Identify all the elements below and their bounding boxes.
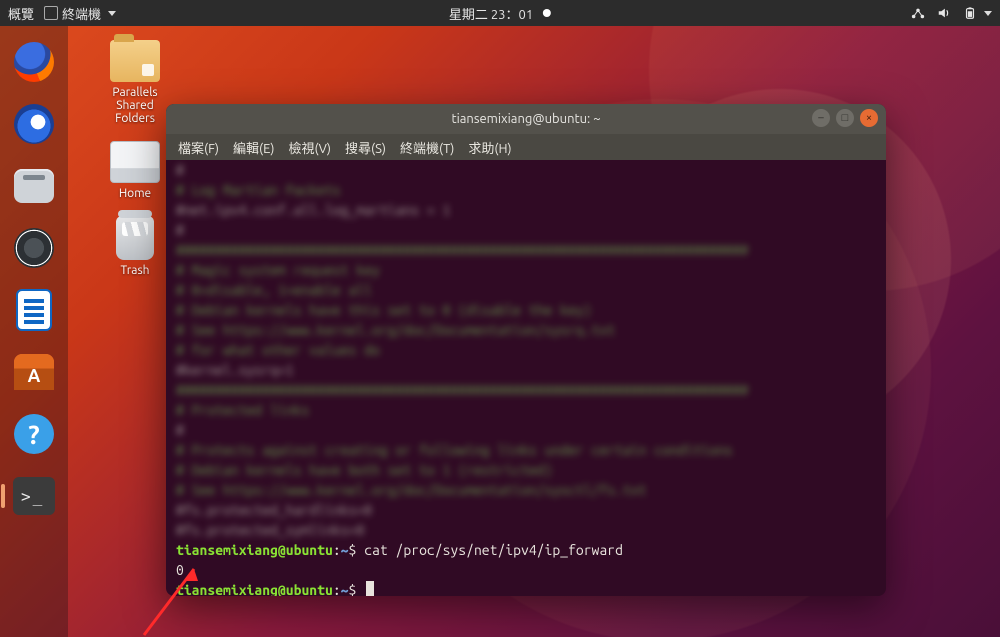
terminal-body[interactable]: # # Log Martian Packets #net.ipv4.conf.a… <box>166 160 886 596</box>
window-minimize-button[interactable]: – <box>812 109 830 127</box>
desktop-icon-home[interactable]: Home <box>95 141 175 200</box>
menu-search[interactable]: 搜尋(S) <box>345 138 386 157</box>
firefox-icon <box>14 42 54 82</box>
lock-icon <box>142 64 154 76</box>
folder-icon <box>110 40 160 82</box>
terminal-scrollback-blurred: # # Log Martian Packets #net.ipv4.conf.a… <box>176 160 876 540</box>
gnome-top-bar: 概覽 終端機 星期二 23：01 <box>0 0 1000 26</box>
terminal-line-prompt: tiansemixiang@ubuntu:~$ <box>176 580 876 596</box>
chevron-down-icon <box>108 11 116 16</box>
dock-app-files[interactable] <box>10 162 58 210</box>
desktop-icon-parallels[interactable]: Parallels Shared Folders <box>95 40 175 125</box>
window-title: tiansemixiang@ubuntu: ~ <box>451 112 600 126</box>
menu-help[interactable]: 求助(H) <box>468 138 511 157</box>
drive-icon <box>110 141 160 183</box>
volume-icon <box>937 6 951 20</box>
terminal-window: tiansemixiang@ubuntu: ~ – □ × 檔案(F) 編輯(E… <box>166 104 886 596</box>
trash-icon <box>116 216 154 260</box>
files-icon <box>14 169 54 203</box>
dock-app-writer[interactable] <box>10 286 58 334</box>
terminal-icon <box>13 477 55 515</box>
terminal-menubar: 檔案(F) 編輯(E) 檢視(V) 搜尋(S) 終端機(T) 求助(H) <box>166 134 886 160</box>
desktop: Parallels Shared Folders Home Trash <box>95 40 175 293</box>
dock-app-terminal[interactable] <box>10 472 58 520</box>
activities-button[interactable]: 概覽 <box>8 4 34 23</box>
prompt-sep: : <box>333 542 341 558</box>
volume-status[interactable] <box>937 6 951 20</box>
dock-app-firefox[interactable] <box>10 38 58 86</box>
battery-status[interactable] <box>963 6 992 20</box>
menu-view[interactable]: 檢視(V) <box>289 138 331 157</box>
dock-app-help[interactable] <box>10 410 58 458</box>
network-icon <box>911 6 925 20</box>
prompt-user: tiansemixiang@ubuntu <box>176 582 333 596</box>
prompt-dollar: $ <box>349 542 357 558</box>
menu-file[interactable]: 檔案(F) <box>178 138 219 157</box>
prompt-path: ~ <box>341 542 349 558</box>
dock-app-thunderbird[interactable] <box>10 100 58 148</box>
app-menu[interactable]: 終端機 <box>44 4 116 23</box>
music-icon <box>14 228 54 268</box>
window-buttons: – □ × <box>812 109 878 127</box>
window-titlebar[interactable]: tiansemixiang@ubuntu: ~ – □ × <box>166 104 886 134</box>
terminal-command: cat /proc/sys/net/ipv4/ip_forward <box>364 542 623 558</box>
writer-icon <box>16 289 52 331</box>
dock-app-rhythmbox[interactable] <box>10 224 58 272</box>
terminal-output: 0 <box>176 560 876 580</box>
window-maximize-button[interactable]: □ <box>836 109 854 127</box>
chevron-down-icon <box>984 11 992 16</box>
prompt-sep: : <box>333 582 341 596</box>
prompt-dollar: $ <box>349 582 357 596</box>
desktop-icon-trash[interactable]: Trash <box>95 216 175 277</box>
app-menu-icon <box>44 6 58 20</box>
desktop-icon-label: Parallels Shared Folders <box>95 86 175 125</box>
menu-edit[interactable]: 編輯(E) <box>233 138 274 157</box>
clock[interactable]: 星期二 23：01 <box>449 4 533 23</box>
battery-icon <box>963 6 977 20</box>
desktop-icon-label: Home <box>95 187 175 200</box>
network-status[interactable] <box>911 6 925 20</box>
terminal-line-command: tiansemixiang@ubuntu:~$ cat /proc/sys/ne… <box>176 540 876 560</box>
prompt-user: tiansemixiang@ubuntu <box>176 542 333 558</box>
terminal-cursor <box>366 581 374 596</box>
prompt-path: ~ <box>341 582 349 596</box>
dock-app-software[interactable] <box>10 348 58 396</box>
desktop-icon-label: Trash <box>95 264 175 277</box>
dock <box>0 26 68 637</box>
help-icon <box>14 414 54 454</box>
recording-indicator-icon <box>543 9 551 17</box>
app-menu-label: 終端機 <box>62 4 101 23</box>
menu-terminal[interactable]: 終端機(T) <box>400 138 454 157</box>
window-close-button[interactable]: × <box>860 109 878 127</box>
software-icon <box>14 354 54 390</box>
thunderbird-icon <box>14 104 54 144</box>
